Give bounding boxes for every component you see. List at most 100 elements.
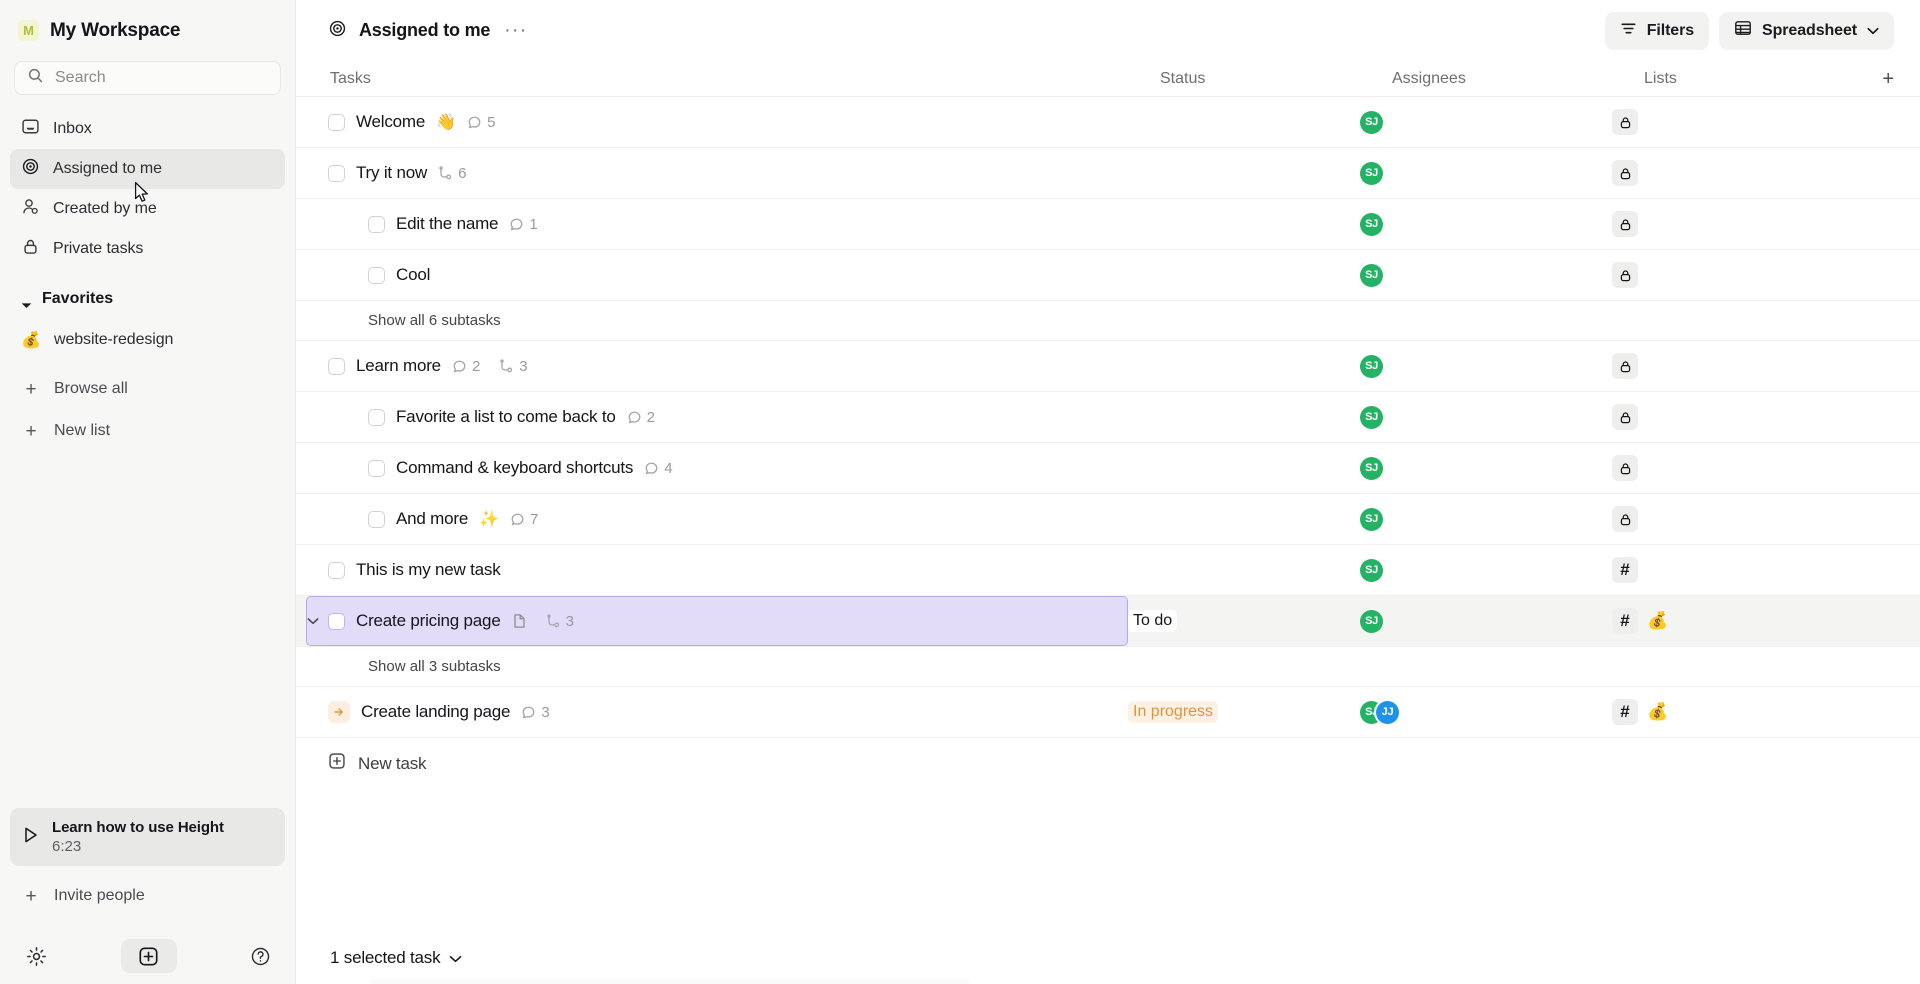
task-checkbox[interactable] xyxy=(328,113,345,131)
task-name-cell[interactable]: Welcome 👋 5 xyxy=(296,97,1128,147)
lists-cell[interactable] xyxy=(1612,250,1920,300)
table-row[interactable]: Edit the name 1 SJ xyxy=(296,199,1920,250)
table-row[interactable]: This is my new task SJ # xyxy=(296,545,1920,596)
sidebar-item-assigned-to-me[interactable]: Assigned to me xyxy=(10,149,285,189)
sidebar-item-created-by-me[interactable]: Created by me xyxy=(10,189,285,229)
task-name-cell[interactable]: Favorite a list to come back to 2 xyxy=(296,392,1128,442)
lists-cell[interactable] xyxy=(1612,392,1920,442)
status-cell[interactable] xyxy=(1128,443,1360,493)
assignees-cell[interactable]: SJ xyxy=(1360,199,1612,249)
invite-people-button[interactable]: + Invite people xyxy=(10,874,285,918)
task-checkbox[interactable] xyxy=(368,510,385,528)
view-mode-button[interactable]: Spreadsheet xyxy=(1719,11,1894,50)
task-checkbox[interactable] xyxy=(328,561,345,579)
add-column-button[interactable]: + xyxy=(1882,69,1894,89)
table-row[interactable]: Try it now 6 SJ xyxy=(296,148,1920,199)
table-row[interactable]: Welcome 👋 5 SJ xyxy=(296,97,1920,148)
task-name-cell[interactable]: This is my new task xyxy=(296,545,1128,595)
search-input[interactable]: Search xyxy=(14,61,281,95)
browse-all-button[interactable]: + Browse all xyxy=(10,368,285,410)
task-name-cell[interactable]: Cool xyxy=(296,250,1128,300)
lists-cell[interactable]: # 💰 xyxy=(1612,687,1920,737)
assignees-cell[interactable]: SJ xyxy=(1360,148,1612,198)
table-row[interactable]: Create pricing page 3 To do SJ # 💰 xyxy=(296,596,1920,647)
status-cell[interactable]: To do xyxy=(1128,596,1360,646)
sidebar-item-private-tasks[interactable]: Private tasks xyxy=(10,229,285,269)
column-header-lists[interactable]: Lists xyxy=(1644,61,1920,96)
new-task-button[interactable]: New task xyxy=(296,738,1920,789)
lists-cell[interactable] xyxy=(1612,443,1920,493)
help-question-icon[interactable] xyxy=(250,946,271,967)
column-header-assignees[interactable]: Assignees xyxy=(1392,61,1644,96)
task-checkbox[interactable] xyxy=(368,459,385,477)
filters-button[interactable]: Filters xyxy=(1604,11,1710,50)
assignees-cell[interactable]: SJ xyxy=(1360,494,1612,544)
task-checkbox[interactable] xyxy=(328,612,345,630)
table-row[interactable]: Favorite a list to come back to 2 SJ xyxy=(296,392,1920,443)
table-row[interactable]: Cool SJ xyxy=(296,250,1920,301)
task-checkbox[interactable] xyxy=(368,215,385,233)
status-cell[interactable] xyxy=(1128,148,1360,198)
table-row[interactable]: Command & keyboard shortcuts 4 SJ xyxy=(296,443,1920,494)
status-cell[interactable] xyxy=(1128,97,1360,147)
lists-cell[interactable] xyxy=(1612,199,1920,249)
workspace-header[interactable]: M My Workspace xyxy=(0,0,295,61)
task-name-cell[interactable]: Try it now 6 xyxy=(296,148,1128,198)
task-name-cell[interactable]: Edit the name 1 xyxy=(296,199,1128,249)
status-cell[interactable] xyxy=(1128,250,1360,300)
task-name-cell[interactable]: Create landing page 3 xyxy=(296,687,1128,737)
task-checkbox[interactable] xyxy=(328,357,345,375)
task-checkbox[interactable] xyxy=(368,266,385,284)
task-checkbox[interactable] xyxy=(328,164,345,182)
assignees-cell[interactable]: SJ xyxy=(1360,341,1612,391)
table-row[interactable]: Create landing page 3 In progress SJ JJ # 💰 xyxy=(296,687,1920,738)
new-list-button[interactable]: + New list xyxy=(10,410,285,452)
status-cell[interactable] xyxy=(1128,494,1360,544)
status-cell[interactable] xyxy=(1128,199,1360,249)
status-cell[interactable]: In progress xyxy=(1128,687,1360,737)
arrow-right-badge-icon[interactable] xyxy=(328,701,350,723)
selected-task-count-button[interactable]: 1 selected task xyxy=(330,948,462,968)
learn-how-to-use-height-card[interactable]: Learn how to use Height 6:23 xyxy=(10,808,285,866)
lists-cell[interactable]: # xyxy=(1612,545,1920,595)
lists-cell[interactable] xyxy=(1612,97,1920,147)
lists-cell[interactable] xyxy=(1612,148,1920,198)
assignees-cell[interactable]: SJ JJ xyxy=(1360,687,1612,737)
assignees-cell[interactable]: SJ xyxy=(1360,596,1612,646)
table-row[interactable]: Learn more 2 3 SJ xyxy=(296,341,1920,392)
task-checkbox[interactable] xyxy=(368,408,385,426)
bottom-ghost-bar xyxy=(370,979,970,984)
column-header-status[interactable]: Status xyxy=(1160,61,1392,96)
assignees-cell[interactable]: SJ xyxy=(1360,392,1612,442)
status-cell[interactable] xyxy=(1128,392,1360,442)
view-overflow-menu-button[interactable]: ··· xyxy=(500,19,531,42)
sidebar-item-website-redesign[interactable]: 💰 website-redesign xyxy=(10,320,285,360)
assignees-cell[interactable]: SJ xyxy=(1360,97,1612,147)
column-header-tasks[interactable]: Tasks xyxy=(328,61,1160,96)
assignees-cell[interactable]: SJ xyxy=(1360,250,1612,300)
assignees-cell[interactable]: SJ xyxy=(1360,545,1612,595)
money-bag-emoji-icon: 💰 xyxy=(21,332,41,349)
lists-cell[interactable] xyxy=(1612,494,1920,544)
table-row[interactable]: And more ✨ 7 SJ xyxy=(296,494,1920,545)
task-name-cell[interactable]: Learn more 2 3 xyxy=(296,341,1128,391)
lists-cell[interactable] xyxy=(1612,341,1920,391)
show-all-subtasks-button[interactable]: Show all 6 subtasks xyxy=(296,301,1920,341)
learn-card-duration: 6:23 xyxy=(52,838,82,855)
status-cell[interactable] xyxy=(1128,545,1360,595)
task-name-cell[interactable]: Create pricing page 3 xyxy=(296,596,1128,646)
disclosure-chevron-icon[interactable] xyxy=(305,613,321,629)
status-cell[interactable] xyxy=(1128,341,1360,391)
new-item-plus-icon[interactable] xyxy=(120,939,177,973)
sidebar-item-label: website-redesign xyxy=(54,331,174,348)
assignees-cell[interactable]: SJ xyxy=(1360,443,1612,493)
task-title: And more xyxy=(396,509,469,528)
task-name-cell[interactable]: And more ✨ 7 xyxy=(296,494,1128,544)
task-name-cell[interactable]: Command & keyboard shortcuts 4 xyxy=(296,443,1128,493)
settings-gear-icon[interactable] xyxy=(26,946,47,967)
lists-cell[interactable]: # 💰 xyxy=(1612,596,1920,646)
view-title-group[interactable]: Assigned to me xyxy=(328,19,490,43)
show-all-subtasks-button[interactable]: Show all 3 subtasks xyxy=(296,647,1920,687)
favorites-section-header[interactable]: Favorites xyxy=(10,278,285,320)
sidebar-item-inbox[interactable]: Inbox xyxy=(10,109,285,149)
